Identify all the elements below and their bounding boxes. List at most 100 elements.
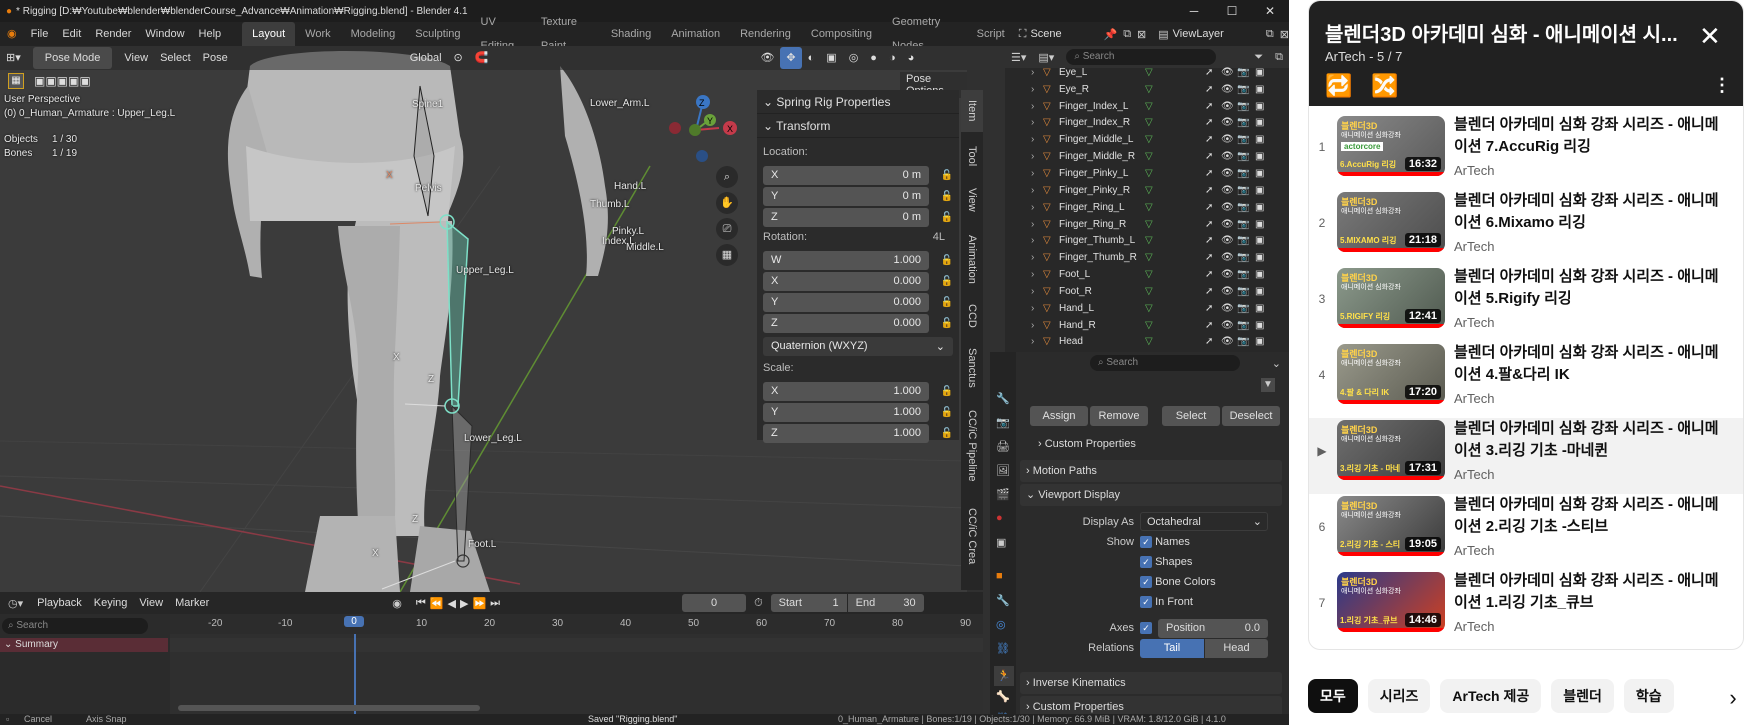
workspace-tab-compositing[interactable]: Compositing (801, 22, 882, 46)
rotation-z-field[interactable]: Z 0.000 🔓 (763, 313, 953, 333)
assign-button[interactable]: Assign (1030, 406, 1088, 426)
chevron-right-icon[interactable]: › (1031, 151, 1043, 162)
chevron-right-icon[interactable]: › (1031, 117, 1043, 128)
render-icon[interactable]: ▣ (1255, 67, 1264, 78)
video-title[interactable]: 블렌더 아카데미 심화 강좌 시리즈 - 애니메이션 1.리깅 기초_큐브 (1454, 570, 1724, 614)
tab-ccd[interactable]: CCD (961, 298, 983, 334)
select-arrow-icon[interactable]: ➚ (1205, 185, 1213, 196)
outliner-row[interactable]: › ▽ Finger_Pinky_R ▽ ➚ 👁 📷 ▣ (1005, 182, 1289, 199)
outliner-row[interactable]: › ▽ Finger_Ring_R ▽ ➚ 👁 📷 ▣ (1005, 216, 1289, 233)
zoom-icon[interactable]: ⌕ (716, 166, 738, 188)
video-channel[interactable]: ArTech (1454, 163, 1494, 178)
chevron-right-icon[interactable]: › (1031, 320, 1043, 331)
viewport-menu-select[interactable]: Select (154, 47, 197, 69)
video-channel[interactable]: ArTech (1454, 239, 1494, 254)
select-arrow-icon[interactable]: ➚ (1205, 252, 1213, 263)
display-as-dropdown[interactable]: Octahedral ⌄ (1140, 512, 1268, 531)
video-channel[interactable]: ArTech (1454, 467, 1494, 482)
axes-checkbox[interactable]: ✓ (1140, 622, 1152, 634)
loop-icon[interactable]: 🔁 (1325, 73, 1352, 99)
armature-data-icon[interactable]: 🏃 (994, 666, 1014, 686)
scale-z-field[interactable]: Z 1.000 🔓 (763, 423, 953, 443)
playlist-item[interactable]: 7 블렌더3D 애니메이션 심화강좌 1.리깅 기초_큐브 14:46 블렌더 아카데미 … (1309, 570, 1743, 646)
chip-learning[interactable]: 학습 (1623, 679, 1674, 713)
menu-window[interactable]: Window (138, 22, 191, 46)
relations-head-toggle[interactable]: Head (1205, 639, 1268, 658)
pivot-icon[interactable]: ⊙ (448, 47, 469, 69)
video-thumbnail[interactable]: 블렌더3D 애니메이션 심화강좌 1.리깅 기초_큐브 14:46 (1337, 572, 1445, 632)
physics-properties-icon[interactable]: ◎ (996, 618, 1006, 631)
camera-icon[interactable]: 📷 (1237, 219, 1249, 230)
eye-icon[interactable]: 👁 (1221, 269, 1234, 280)
select-arrow-icon[interactable]: ➚ (1205, 101, 1213, 112)
shading-wireframe-icon[interactable]: ◎ (843, 47, 865, 69)
blender-menu-icon[interactable]: ◉ (0, 22, 24, 46)
select-arrow-icon[interactable]: ➚ (1205, 303, 1213, 314)
xray-toggle-icon[interactable]: ▣ (820, 47, 842, 69)
render-icon[interactable]: ▣ (1255, 303, 1264, 314)
current-frame-field[interactable]: 0 (682, 594, 747, 612)
playlist-item[interactable]: 1 블렌더3D 애니메이션 심화강좌 6.AccuRig 리깅 16:32 actorco… (1309, 114, 1743, 190)
shading-rendered-icon[interactable]: ◕ (902, 47, 921, 69)
lock-icon[interactable]: 🔓 (929, 428, 953, 439)
render-icon[interactable]: ▣ (1255, 269, 1264, 280)
outliner-row[interactable]: › ▽ Eye_L ▽ ➚ 👁 📷 ▣ (1005, 64, 1289, 81)
new-scene-button[interactable]: ⧉ (1123, 28, 1131, 41)
outliner-row[interactable]: › ▽ Finger_Middle_R ▽ ➚ 👁 📷 ▣ (1005, 148, 1289, 165)
bone-properties-icon[interactable]: 🦴 (996, 690, 1010, 703)
auto-keying-icon[interactable]: ◉ (380, 597, 414, 610)
select-arrow-icon[interactable]: ➚ (1205, 235, 1213, 246)
eye-icon[interactable]: 👁 (1221, 185, 1234, 196)
lock-icon[interactable]: 🔓 (929, 212, 953, 223)
custom-properties-subsection[interactable]: › Custom Properties (1038, 438, 1136, 450)
outliner-row[interactable]: › ▽ Foot_R ▽ ➚ 👁 📷 ▣ (1005, 283, 1289, 300)
frame-start-field[interactable]: Start 1 (770, 594, 847, 612)
eye-icon[interactable]: 👁 (1221, 303, 1234, 314)
deselect-button[interactable]: Deselect (1222, 406, 1280, 426)
editor-type-icon[interactable]: ⊞▾ (0, 47, 27, 69)
video-title[interactable]: 블렌더 아카데미 심화 강좌 시리즈 - 애니메이션 4.팔&다리 IK (1454, 342, 1724, 386)
video-channel[interactable]: ArTech (1454, 315, 1494, 330)
camera-icon[interactable]: 📷 (1237, 320, 1249, 331)
pan-hand-icon[interactable]: ✋ (716, 192, 738, 214)
menu-edit[interactable]: Edit (55, 22, 88, 46)
scene-selector[interactable]: Scene (1030, 28, 1103, 40)
location-z-field[interactable]: Z 0 m 🔓 (763, 207, 953, 227)
close-window-button[interactable]: ✕ (1251, 0, 1289, 22)
select-arrow-icon[interactable]: ➚ (1205, 134, 1213, 145)
output-properties-icon[interactable]: 🖨 (996, 440, 1010, 453)
outliner-row[interactable]: › ▽ Foot_L ▽ ➚ 👁 📷 ▣ (1005, 266, 1289, 283)
video-title[interactable]: 블렌더 아카데미 심화 강좌 시리즈 - 애니메이션 7.AccuRig 리깅 (1454, 114, 1724, 158)
eye-icon[interactable]: 👁 (1221, 336, 1234, 347)
playlist-item[interactable]: ▶ 블렌더3D 애니메이션 심화강좌 3.리깅 기초 - 마네 17:31 블렌더 아카데… (1309, 418, 1743, 494)
select-arrow-icon[interactable]: ➚ (1205, 67, 1213, 78)
properties-search-input[interactable]: ⌕ Search (1090, 355, 1240, 371)
more-options-icon[interactable]: ⋮ (1713, 75, 1731, 96)
editor-type-icon[interactable]: ◷▾ (0, 597, 31, 610)
render-icon[interactable]: ▣ (1255, 168, 1264, 179)
camera-icon[interactable]: 📷 (1237, 168, 1249, 179)
viewport-display-section[interactable]: ⌄ Viewport Display (1020, 484, 1282, 506)
render-icon[interactable]: ▣ (1255, 202, 1264, 213)
outliner-row[interactable]: › ▽ Finger_Pinky_L ▽ ➚ 👁 📷 ▣ (1005, 165, 1289, 182)
chevron-right-icon[interactable]: › (1031, 269, 1043, 280)
workspace-tab-shading[interactable]: Shading (601, 22, 661, 46)
camera-icon[interactable]: 📷 (1237, 235, 1249, 246)
shading-material-icon[interactable]: ◑ (883, 47, 902, 69)
video-channel[interactable]: ArTech (1454, 391, 1494, 406)
motion-paths-section[interactable]: › Motion Paths (1020, 460, 1282, 482)
collection-properties-icon[interactable]: ▣ (996, 536, 1006, 549)
camera-icon[interactable]: 📷 (1237, 252, 1249, 263)
chip-series[interactable]: 시리즈 (1367, 679, 1431, 713)
render-icon[interactable]: ▣ (1255, 185, 1264, 196)
play-reverse-icon[interactable]: ◀ (446, 597, 458, 610)
tab-cc-ic-create[interactable]: CC/iC Crea (961, 496, 983, 576)
inverse-kinematics-section[interactable]: › Inverse Kinematics (1020, 672, 1282, 694)
video-channel[interactable]: ArTech (1454, 619, 1494, 634)
mode-selector[interactable]: Pose Mode (32, 47, 113, 69)
maximize-button[interactable]: ☐ (1213, 0, 1251, 22)
chevron-right-icon[interactable]: › (1031, 84, 1043, 95)
video-thumbnail[interactable]: 블렌더3D 애니메이션 심화강좌 3.리깅 기초 - 마네 17:31 (1337, 420, 1445, 480)
new-view-layer-button[interactable]: ⧉ (1266, 28, 1274, 41)
chevron-right-icon[interactable]: › (1031, 67, 1043, 78)
